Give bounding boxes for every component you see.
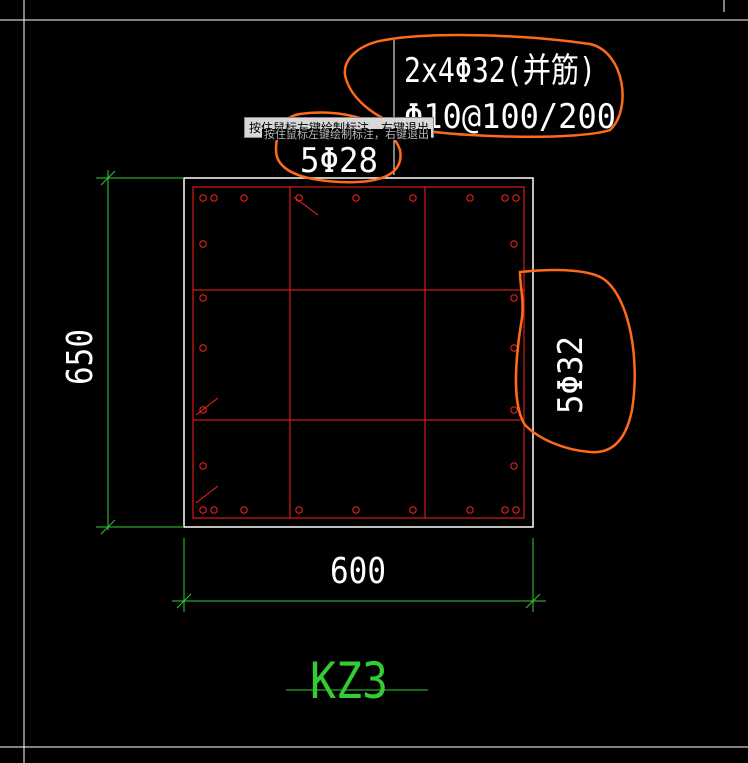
rebar-bar <box>510 344 518 352</box>
stirrup-hook-2 <box>195 485 219 504</box>
rebar-bar <box>240 194 248 202</box>
rebar-bar <box>199 462 207 470</box>
rebar-bar <box>199 194 207 202</box>
rebar-bar <box>199 240 207 248</box>
rebar-bar <box>466 194 474 202</box>
column-id-label: KZ3 <box>310 652 388 710</box>
side-right-bars-label: 5Φ32 <box>551 336 591 414</box>
dim-height-label: 650 <box>60 329 101 385</box>
cad-canvas[interactable]: 600 650 KZ3 2x4Φ32(并筋) Φ10@100/200 5Φ28 … <box>0 0 748 763</box>
stirrup-hook-0 <box>293 196 319 216</box>
dimension-group <box>96 170 546 691</box>
side-top-bars-label: 5Φ28 <box>300 141 378 181</box>
rebar-bar <box>510 406 518 414</box>
top-reinforcement-label: 2x4Φ32(并筋) <box>404 51 596 91</box>
rebar-bar <box>512 194 520 202</box>
column-outline[interactable] <box>183 177 534 528</box>
rebar-bar <box>352 194 360 202</box>
rebar-bar <box>510 294 518 302</box>
rebar-bar <box>240 506 248 514</box>
rebar-bar <box>210 506 218 514</box>
cursor-tooltip-ghost: 按住鼠标左键绘制标注，右键退出 <box>262 128 431 141</box>
rebar-bar <box>199 294 207 302</box>
rebar-bar <box>510 462 518 470</box>
dim-width-label: 600 <box>330 551 386 592</box>
rebar-bar <box>295 506 303 514</box>
rebar-bar <box>352 506 360 514</box>
rebar-bar <box>210 194 218 202</box>
stirrup-hook-1 <box>195 397 219 416</box>
rebar-bar <box>409 506 417 514</box>
rebar-bar <box>466 506 474 514</box>
rebar-bar <box>199 344 207 352</box>
rebar-bar <box>199 506 207 514</box>
rebar-bar <box>512 506 520 514</box>
stirrup-outer <box>192 186 525 519</box>
rebar-bar <box>501 506 509 514</box>
rebar-bar <box>409 194 417 202</box>
rebar-bar <box>501 194 509 202</box>
rebar-bar <box>510 240 518 248</box>
rebar-cage[interactable] <box>192 186 525 519</box>
